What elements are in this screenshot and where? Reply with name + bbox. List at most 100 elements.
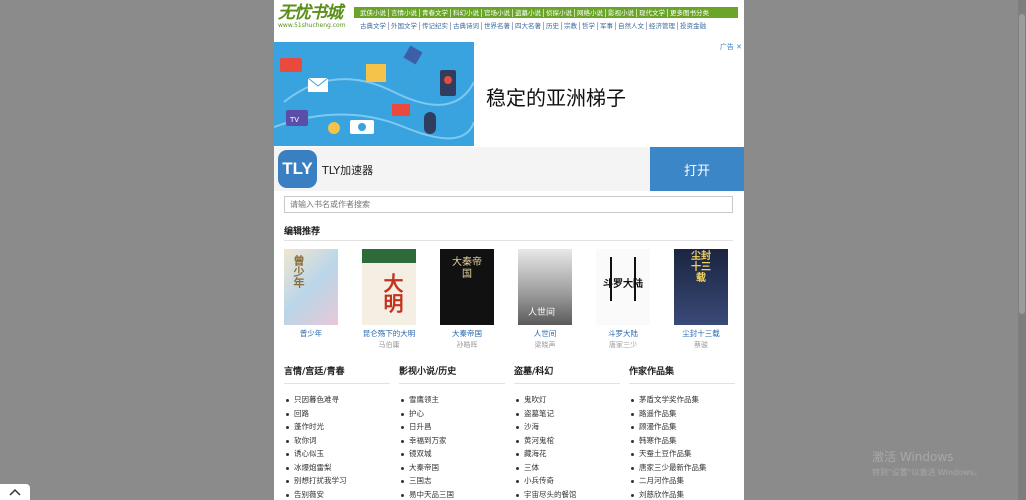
book-card[interactable]: 尘封十三载 尘封十三载 蔡骏 bbox=[671, 249, 731, 350]
svg-text:TV: TV bbox=[289, 116, 299, 124]
column-title[interactable]: 影视小说/历史 bbox=[399, 364, 505, 384]
nav-item[interactable]: 侦探小说 bbox=[544, 8, 575, 17]
nav-item[interactable]: 更多图书分类 bbox=[668, 9, 711, 17]
book-title[interactable]: 人世间 bbox=[515, 328, 575, 339]
nav-item[interactable]: 言情小说 bbox=[389, 8, 420, 17]
list-item[interactable]: 雪鹰领主 bbox=[399, 393, 505, 407]
nav-item[interactable]: 外国文学 bbox=[389, 21, 420, 30]
book-card[interactable]: 大明 昆仑殇下的大明 马伯庸 bbox=[359, 249, 419, 350]
list-item[interactable]: 护心 bbox=[399, 407, 505, 421]
list-item[interactable]: 蓬作时光 bbox=[284, 420, 390, 434]
list-item[interactable]: 诱心似玉 bbox=[284, 447, 390, 461]
list-item[interactable]: 盗墓笔记 bbox=[514, 407, 620, 421]
nav-item[interactable]: 传记纪实 bbox=[420, 21, 451, 30]
list-item[interactable]: 三国志 bbox=[399, 474, 505, 488]
list-item[interactable]: 宇宙尽头的餐馆 bbox=[514, 488, 620, 500]
list-item[interactable]: 路遥作品集 bbox=[629, 407, 735, 421]
list-item[interactable]: 黄河鬼棺 bbox=[514, 434, 620, 448]
list-item[interactable]: 三体 bbox=[514, 461, 620, 475]
nav-item[interactable]: 自然人文 bbox=[616, 21, 647, 30]
nav-item[interactable]: 官场小说 bbox=[482, 8, 513, 17]
app-ad[interactable]: TLY TLY加速器 打开 bbox=[274, 147, 744, 191]
nav-item[interactable]: 网络小说 bbox=[575, 8, 606, 17]
list-item[interactable]: 天蚕土豆作品集 bbox=[629, 447, 735, 461]
list-item[interactable]: 小兵传奇 bbox=[514, 474, 620, 488]
list-item[interactable]: 只因暮色难寻 bbox=[284, 393, 390, 407]
nav-item[interactable]: 武侠小说 bbox=[358, 8, 389, 17]
ad-headline: 稳定的亚洲梯子 bbox=[486, 86, 626, 110]
app-logo: TLY bbox=[278, 150, 317, 188]
cover-band bbox=[362, 249, 416, 263]
book-list: 鬼吹灯 盗墓笔记 沙海 黄河鬼棺 藏海花 三体 小兵传奇 宇宙尽头的餐馆 bbox=[514, 393, 620, 500]
list-item[interactable]: 镜双城 bbox=[399, 447, 505, 461]
book-author: 蔡骏 bbox=[694, 341, 708, 349]
list-item[interactable]: 冰爆炮雷梨 bbox=[284, 461, 390, 475]
nav-item[interactable]: 军事 bbox=[598, 21, 616, 30]
book-cover[interactable]: 尘封十三载 bbox=[674, 249, 728, 325]
column-title[interactable]: 盗墓/科幻 bbox=[514, 364, 620, 384]
cover-text: 大明 bbox=[380, 273, 404, 313]
book-title[interactable]: 大秦帝国 bbox=[437, 328, 497, 339]
book-author: 孙皓晖 bbox=[456, 341, 478, 349]
list-item[interactable]: 藏海花 bbox=[514, 447, 620, 461]
list-item[interactable]: 顾漫作品集 bbox=[629, 420, 735, 434]
nav-item[interactable]: 历史 bbox=[544, 21, 562, 30]
nav-item[interactable]: 经济管理 bbox=[647, 21, 678, 30]
nav-item[interactable]: 世界名著 bbox=[482, 21, 513, 30]
nav-item[interactable]: 古典文学 bbox=[358, 21, 389, 30]
book-cover[interactable]: 大明 bbox=[362, 249, 416, 325]
secondary-nav: 古典文学 外国文学 传记纪实 古典诗词 世界名著 四大名著 历史 宗教 哲学 军… bbox=[354, 20, 738, 31]
search-input[interactable] bbox=[284, 196, 733, 213]
book-card[interactable]: 人世间 人世间 梁晓声 bbox=[515, 249, 575, 350]
list-item[interactable]: 日升昌 bbox=[399, 420, 505, 434]
nav-item[interactable]: 现代文学 bbox=[637, 8, 668, 17]
app-name: TLY加速器 bbox=[322, 164, 374, 177]
list-item[interactable]: 回路 bbox=[284, 407, 390, 421]
nav-item[interactable]: 影视小说 bbox=[606, 8, 637, 17]
book-list: 雪鹰领主 护心 日升昌 幸福到万家 镜双城 大秦帝国 三国志 易中天品三国 bbox=[399, 393, 505, 500]
list-item[interactable]: 鬼吹灯 bbox=[514, 393, 620, 407]
book-cover[interactable]: 斗罗大陆 bbox=[596, 249, 650, 325]
open-app-button[interactable]: 打开 bbox=[650, 147, 744, 191]
book-cover[interactable]: 人世间 bbox=[518, 249, 572, 325]
book-cover[interactable]: 大秦帝国 bbox=[440, 249, 494, 325]
list-item[interactable]: 幸福到万家 bbox=[399, 434, 505, 448]
book-card[interactable]: 斗罗大陆 斗罗大陆 唐家三少 bbox=[593, 249, 653, 350]
list-item[interactable]: 茅盾文学奖作品集 bbox=[629, 393, 735, 407]
banner-ad[interactable]: TV 稳定的亚洲梯子 广告 ✕ bbox=[274, 42, 744, 146]
column-title[interactable]: 作家作品集 bbox=[629, 364, 735, 384]
list-item[interactable]: 大秦帝国 bbox=[399, 461, 505, 475]
book-title[interactable]: 曾少年 bbox=[281, 328, 341, 339]
book-title[interactable]: 昆仑殇下的大明 bbox=[359, 328, 419, 339]
list-item[interactable]: 软你词 bbox=[284, 434, 390, 448]
list-item[interactable]: 二月河作品集 bbox=[629, 474, 735, 488]
nav-item[interactable]: 四大名著 bbox=[513, 21, 544, 30]
nav-item[interactable]: 盗墓小说 bbox=[513, 8, 544, 17]
list-item[interactable]: 韩寒作品集 bbox=[629, 434, 735, 448]
list-item[interactable]: 易中天品三国 bbox=[399, 488, 505, 500]
list-item[interactable]: 唐家三少最新作品集 bbox=[629, 461, 735, 475]
list-item[interactable]: 别想打扰我学习 bbox=[284, 474, 390, 488]
scroll-top-button[interactable] bbox=[0, 484, 30, 500]
book-card[interactable]: 大秦帝国 大秦帝国 孙皓晖 bbox=[437, 249, 497, 350]
ad-badge[interactable]: 广告 ✕ bbox=[720, 42, 742, 52]
nav-item[interactable]: 投资金融 bbox=[678, 22, 708, 30]
scrollbar-thumb[interactable] bbox=[1019, 14, 1025, 314]
book-cover[interactable]: 曾少年 bbox=[284, 249, 338, 325]
list-item[interactable]: 告别薇安 bbox=[284, 488, 390, 500]
list-item[interactable]: 沙海 bbox=[514, 420, 620, 434]
nav-item[interactable]: 古典诗词 bbox=[451, 21, 482, 30]
nav-item[interactable]: 科幻小说 bbox=[451, 8, 482, 17]
nav-item[interactable]: 青春文学 bbox=[420, 8, 451, 17]
book-title[interactable]: 斗罗大陆 bbox=[593, 328, 653, 339]
list-item[interactable]: 刘慈欣作品集 bbox=[629, 488, 735, 500]
book-author: 唐家三少 bbox=[609, 341, 637, 349]
column-title[interactable]: 言情/宫廷/青春 bbox=[284, 364, 390, 384]
book-title[interactable]: 尘封十三载 bbox=[671, 328, 731, 339]
close-icon[interactable]: ✕ bbox=[736, 43, 742, 51]
nav-item[interactable]: 哲学 bbox=[580, 21, 598, 30]
book-card[interactable]: 曾少年 曾少年 bbox=[281, 249, 341, 340]
nav-item[interactable]: 宗教 bbox=[562, 21, 580, 30]
site-logo[interactable]: 无忧书城 www.51shucheng.com bbox=[278, 4, 350, 30]
cover-text: 大秦帝国 bbox=[452, 257, 482, 280]
